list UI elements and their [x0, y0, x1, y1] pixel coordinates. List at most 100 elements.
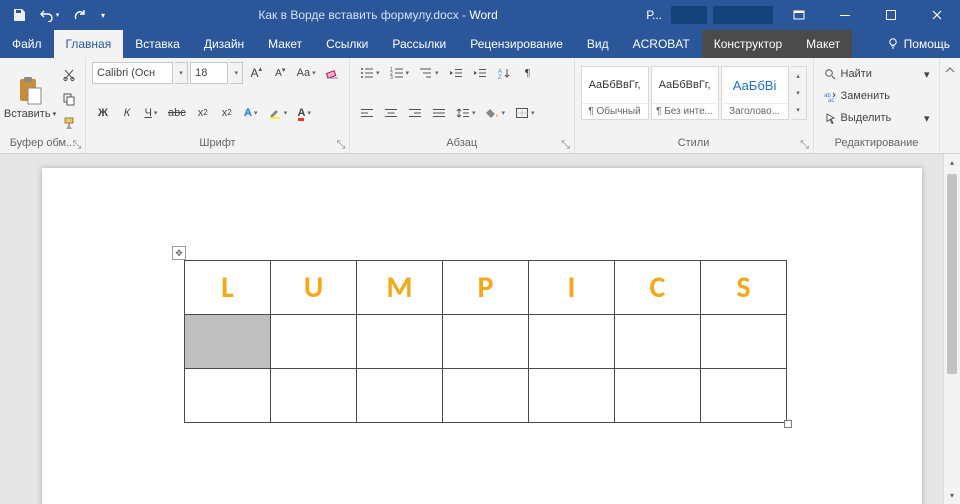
tab-table-design[interactable]: Конструктор: [702, 30, 794, 58]
table-cell[interactable]: M: [357, 261, 443, 315]
table-cell[interactable]: [701, 315, 787, 369]
cut-button[interactable]: [58, 64, 80, 86]
tab-layout[interactable]: Макет: [256, 30, 314, 58]
document-table[interactable]: LUMPICS: [184, 260, 787, 423]
share-badge[interactable]: [713, 6, 773, 24]
table-cell[interactable]: U: [271, 261, 357, 315]
grow-font-button[interactable]: A▴: [245, 62, 267, 84]
align-center-button[interactable]: [380, 102, 402, 124]
table-cell[interactable]: [271, 369, 357, 423]
font-dialog-launcher[interactable]: ⤡: [335, 139, 347, 151]
table-cell[interactable]: [529, 315, 615, 369]
align-left-button[interactable]: [356, 102, 378, 124]
text-effects-button[interactable]: A▾: [240, 102, 262, 124]
tab-home[interactable]: Главная: [54, 30, 124, 58]
font-name-dropdown[interactable]: ▾: [175, 62, 188, 84]
styles-row-down[interactable]: ▾: [791, 84, 806, 101]
subscript-button[interactable]: x2: [192, 102, 214, 124]
table-cell[interactable]: C: [615, 261, 701, 315]
styles-expand-button[interactable]: ▾: [791, 102, 806, 119]
sort-button[interactable]: AZ: [493, 62, 515, 84]
undo-button[interactable]: ▾: [36, 2, 62, 28]
decrease-indent-button[interactable]: [445, 62, 467, 84]
justify-button[interactable]: [428, 102, 450, 124]
tab-file[interactable]: Файл: [0, 30, 54, 58]
tab-references[interactable]: Ссылки: [314, 30, 380, 58]
align-right-button[interactable]: [404, 102, 426, 124]
table-cell[interactable]: [443, 315, 529, 369]
save-button[interactable]: [6, 2, 32, 28]
table-move-handle[interactable]: ✥: [172, 246, 186, 260]
table-cell[interactable]: I: [529, 261, 615, 315]
table-cell[interactable]: [185, 315, 271, 369]
maximize-button[interactable]: [868, 0, 914, 30]
tab-design[interactable]: Дизайн: [192, 30, 256, 58]
bold-button[interactable]: Ж: [92, 102, 114, 124]
table-cell[interactable]: [357, 369, 443, 423]
table-cell[interactable]: [185, 369, 271, 423]
style-normal[interactable]: АаБбВвГг, ¶ Обычный: [581, 66, 649, 120]
vertical-scrollbar[interactable]: ▴ ▾: [943, 154, 960, 504]
table-cell[interactable]: [529, 369, 615, 423]
superscript-button[interactable]: x2: [216, 102, 238, 124]
tab-insert[interactable]: Вставка: [123, 30, 192, 58]
italic-button[interactable]: К: [116, 102, 138, 124]
redo-button[interactable]: [66, 2, 92, 28]
replace-button[interactable]: abac Заменить: [820, 86, 934, 106]
shrink-font-button[interactable]: A▾: [269, 62, 291, 84]
tab-view[interactable]: Вид: [575, 30, 621, 58]
change-case-button[interactable]: Aa▾: [293, 62, 319, 84]
font-size-input[interactable]: 18: [190, 62, 228, 84]
scroll-thumb[interactable]: [947, 174, 957, 374]
clear-formatting-button[interactable]: [321, 62, 343, 84]
styles-row-up[interactable]: ▴: [791, 67, 806, 84]
qat-customize-button[interactable]: ▾: [96, 2, 110, 28]
strikethrough-button[interactable]: abc: [164, 102, 190, 124]
close-button[interactable]: [914, 0, 960, 30]
styles-dialog-launcher[interactable]: ⤡: [799, 139, 811, 151]
table-cell[interactable]: [357, 315, 443, 369]
ribbon-options-button[interactable]: [776, 0, 822, 30]
font-color-button[interactable]: A▾: [293, 102, 315, 124]
find-button[interactable]: Найти▾: [820, 64, 934, 84]
table-cell[interactable]: [271, 315, 357, 369]
clipboard-dialog-launcher[interactable]: ⤡: [71, 139, 83, 151]
font-size-dropdown[interactable]: ▾: [230, 62, 243, 84]
ribbon-collapse-button[interactable]: [940, 58, 960, 153]
copy-button[interactable]: [58, 88, 80, 110]
bullets-button[interactable]: ▾: [356, 62, 384, 84]
style-no-spacing[interactable]: АаБбВвГг, ¶ Без инте...: [651, 66, 719, 120]
tab-mailings[interactable]: Рассылки: [380, 30, 458, 58]
table-cell[interactable]: P: [443, 261, 529, 315]
table-cell[interactable]: [443, 369, 529, 423]
account-short[interactable]: Р...: [640, 8, 668, 22]
underline-button[interactable]: Ч▾: [140, 102, 162, 124]
table-cell[interactable]: [615, 369, 701, 423]
show-marks-button[interactable]: ¶: [517, 62, 539, 84]
line-spacing-button[interactable]: ▾: [452, 102, 480, 124]
select-button[interactable]: Выделить▾: [820, 108, 934, 128]
page[interactable]: ✥ LUMPICS: [42, 168, 922, 504]
tab-review[interactable]: Рецензирование: [458, 30, 575, 58]
paragraph-dialog-launcher[interactable]: ⤡: [560, 139, 572, 151]
scroll-down-button[interactable]: ▾: [944, 487, 960, 504]
font-name-input[interactable]: Calibri (Осн: [92, 62, 173, 84]
numbering-button[interactable]: 123▾: [386, 62, 414, 84]
table-resize-handle[interactable]: [784, 420, 792, 428]
highlight-button[interactable]: ▾: [264, 102, 292, 124]
paste-button[interactable]: Вставить▾: [6, 62, 54, 130]
minimize-button[interactable]: [822, 0, 868, 30]
tab-table-layout[interactable]: Макет: [794, 30, 852, 58]
table-cell[interactable]: [615, 315, 701, 369]
shading-button[interactable]: ▾: [482, 102, 510, 124]
tell-me-button[interactable]: Помощь: [876, 30, 960, 58]
increase-indent-button[interactable]: [469, 62, 491, 84]
borders-button[interactable]: ▾: [511, 102, 539, 124]
table-cell[interactable]: [701, 369, 787, 423]
scroll-up-button[interactable]: ▴: [944, 154, 960, 171]
account-badge[interactable]: [671, 6, 707, 24]
table-cell[interactable]: L: [185, 261, 271, 315]
multilevel-button[interactable]: ▾: [415, 62, 443, 84]
format-painter-button[interactable]: [58, 112, 80, 134]
table-cell[interactable]: S: [701, 261, 787, 315]
